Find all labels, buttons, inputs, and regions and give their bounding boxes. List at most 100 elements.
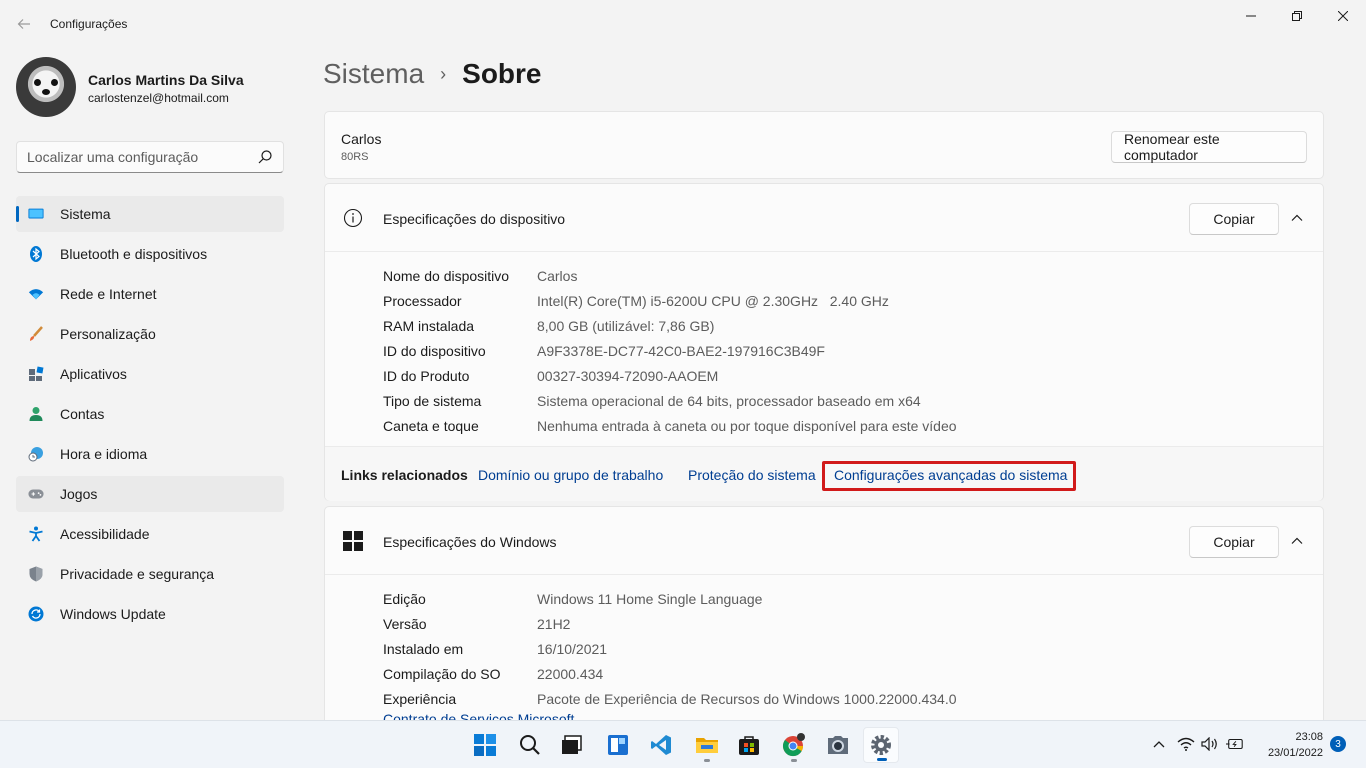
sidebar-item-rede[interactable]: Rede e Internet [16, 276, 284, 312]
sidebar-item-label: Contas [60, 406, 105, 422]
store-taskbar-button[interactable] [731, 727, 767, 763]
spec-row: Processador Intel(R) Core(TM) i5-6200U CP… [383, 288, 957, 313]
search-box[interactable] [16, 141, 284, 173]
info-icon [343, 208, 363, 228]
spec-label: ID do dispositivo [383, 342, 486, 359]
avatar[interactable] [16, 57, 76, 117]
file-explorer-taskbar-button[interactable] [689, 727, 725, 763]
avatar-nose [42, 89, 50, 95]
sidebar-item-aplicativos[interactable]: Aplicativos [16, 356, 284, 392]
clock-date: 23/01/2022 [1267, 747, 1323, 759]
spec-row: ID do dispositivo A9F3378E-DC77-42C0-BAE2… [383, 338, 957, 363]
spec-row: Caneta e toque Nenhuma entrada à caneta o… [383, 413, 957, 438]
system-protection-link[interactable]: Proteção do sistema [688, 467, 816, 483]
task-view-button[interactable] [554, 727, 590, 763]
vscode-taskbar-button[interactable] [643, 727, 679, 763]
spec-value: 16/10/2021 [537, 640, 608, 657]
vscode-icon [651, 735, 671, 755]
maximize-button[interactable] [1274, 0, 1320, 32]
spec-label: Caneta e toque [383, 417, 479, 434]
sidebar-item-jogos[interactable]: Jogos [16, 476, 284, 512]
minimize-button[interactable] [1228, 0, 1274, 32]
sidebar-item-sistema[interactable]: Sistema [16, 196, 284, 232]
related-links-bar: Links relacionados Domínio ou grupo de t… [325, 446, 1323, 501]
spec-value: Pacote de Experiência de Recursos do Win… [537, 690, 957, 707]
volume-tray-button[interactable] [1201, 735, 1219, 753]
search-icon[interactable] [257, 149, 273, 165]
device-specs-list: Nome do dispositivo Carlos Processador Int… [383, 263, 957, 438]
battery-tray-button[interactable] [1226, 735, 1244, 753]
running-indicator [704, 759, 710, 762]
copy-device-specs-button[interactable]: Copiar [1189, 203, 1279, 235]
sidebar-item-acessibilidade[interactable]: Acessibilidade [16, 516, 284, 552]
search-input[interactable] [17, 142, 237, 172]
taskbar-search-button[interactable] [512, 727, 548, 763]
spec-row: Versão 21H2 [383, 611, 957, 636]
spec-label: Instalado em [383, 640, 464, 657]
sidebar-item-personalizacao[interactable]: Personalização [16, 316, 284, 352]
spec-label: Nome do dispositivo [383, 267, 510, 284]
monitor-icon [28, 206, 44, 222]
close-button[interactable] [1320, 0, 1366, 32]
apps-icon [28, 366, 44, 382]
sidebar-item-contas[interactable]: Contas [16, 396, 284, 432]
sidebar-item-label: Rede e Internet [60, 286, 157, 302]
notification-badge[interactable]: 3 [1330, 736, 1346, 752]
chrome-icon [782, 733, 805, 757]
spec-label: RAM instalada [383, 317, 475, 334]
chevron-up-icon[interactable] [1289, 533, 1305, 549]
spec-value: Nenhuma entrada à caneta ou por toque di… [537, 417, 957, 434]
start-button[interactable] [467, 727, 503, 763]
sidebar-item-label: Hora e idioma [60, 446, 148, 462]
back-button[interactable] [10, 10, 38, 38]
widgets-icon [608, 735, 628, 755]
widgets-button[interactable] [600, 727, 636, 763]
spec-value: Carlos [537, 267, 578, 284]
chevron-right-icon: › [440, 63, 447, 84]
spec-value: Windows 11 Home Single Language [537, 590, 763, 607]
spec-row: Nome do dispositivo Carlos [383, 263, 957, 288]
breadcrumb-parent[interactable]: Sistema [323, 58, 424, 90]
bluetooth-icon [28, 246, 44, 262]
shield-icon [28, 566, 44, 582]
sidebar-item-label: Privacidade e segurança [60, 566, 215, 582]
windows-specs-title: Especificações do Windows [383, 534, 557, 550]
search-icon [520, 735, 540, 755]
windows-specs-header[interactable]: Especificações do Windows Copiar [325, 507, 1323, 575]
computer-name: Carlos [341, 131, 382, 147]
settings-taskbar-button[interactable] [863, 727, 899, 763]
sidebar-item-label: Jogos [60, 486, 98, 502]
sidebar-item-privacidade[interactable]: Privacidade e segurança [16, 556, 284, 592]
rename-computer-button[interactable]: Renomear este computador [1111, 131, 1307, 163]
sidebar-item-label: Sistema [60, 206, 111, 222]
spec-label: ID do Produto [383, 367, 470, 384]
chrome-taskbar-button[interactable] [776, 727, 812, 763]
taskbar-clock[interactable]: 23:08 23/01/2022 [1253, 729, 1323, 761]
domain-workgroup-link[interactable]: Domínio ou grupo de trabalho [478, 467, 663, 483]
app-title: Configurações [50, 17, 128, 31]
sidebar-item-bluetooth[interactable]: Bluetooth e dispositivos [16, 236, 284, 272]
sidebar-item-windows-update[interactable]: Windows Update [16, 596, 284, 632]
globe-clock-icon [28, 446, 44, 462]
avatar-eye [34, 79, 41, 86]
chevron-up-icon[interactable] [1289, 210, 1305, 226]
device-specs-header[interactable]: Especificações do dispositivo Copiar [325, 184, 1323, 252]
sidebar-item-hora[interactable]: Hora e idioma [16, 436, 284, 472]
update-icon [28, 606, 44, 622]
show-hidden-icons-button[interactable] [1150, 735, 1168, 753]
spec-row: ID do Produto 00327-30394-72090-AAOEM [383, 363, 957, 388]
running-indicator [791, 759, 797, 762]
copy-windows-specs-button[interactable]: Copiar [1189, 526, 1279, 558]
network-tray-button[interactable] [1177, 735, 1195, 753]
spec-value: 22000.434 [537, 665, 604, 682]
clock-time: 23:08 [1295, 731, 1323, 743]
windows-specs-list: Edição Windows 11 Home Single Language Ve… [383, 586, 957, 711]
sidebar-item-label: Aplicativos [60, 366, 127, 382]
spec-row: Tipo de sistema Sistema operacional de 64… [383, 388, 957, 413]
spec-label: Tipo de sistema [383, 392, 482, 409]
spec-label: Compilação do SO [383, 665, 501, 682]
minimize-icon [1246, 15, 1256, 17]
close-icon [1338, 11, 1348, 21]
camera-taskbar-button[interactable] [820, 727, 856, 763]
spec-row: Experiência Pacote de Experiência de Recu… [383, 686, 957, 711]
